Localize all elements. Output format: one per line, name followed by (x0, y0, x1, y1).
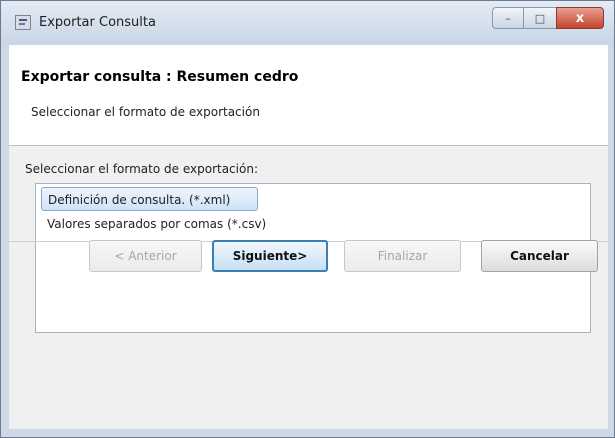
minimize-button[interactable]: – (492, 7, 524, 29)
window-controls: – □ x (492, 7, 604, 29)
finish-button[interactable]: Finalizar (344, 240, 461, 272)
next-button[interactable]: Siguiente> (212, 240, 328, 272)
page-subtitle: Seleccionar el formato de exportación (31, 105, 260, 119)
maximize-icon: □ (534, 11, 546, 25)
wizard-header: Exportar consulta : Resumen cedro Selecc… (9, 45, 608, 146)
wizard-body: Seleccionar el formato de exportación: D… (9, 146, 608, 429)
close-icon: x (575, 10, 585, 26)
close-button[interactable]: x (556, 7, 604, 29)
app-icon (15, 15, 31, 30)
format-section-label: Seleccionar el formato de exportación: (25, 162, 258, 176)
back-button[interactable]: < Anterior (89, 240, 202, 272)
page-title: Exportar consulta : Resumen cedro (21, 69, 299, 85)
maximize-button[interactable]: □ (524, 7, 556, 29)
minimize-icon: – (505, 11, 511, 25)
format-option-xml[interactable]: Definición de consulta. (*.xml) (41, 187, 258, 211)
title-bar[interactable]: Exportar Consulta – □ x (1, 1, 614, 45)
format-option-csv[interactable]: Valores separados por comas (*.csv) (41, 212, 272, 236)
cancel-button[interactable]: Cancelar (481, 240, 598, 272)
window-title: Exportar Consulta (39, 15, 156, 30)
export-dialog-window: Exportar Consulta – □ x Exportar consult… (0, 0, 615, 438)
